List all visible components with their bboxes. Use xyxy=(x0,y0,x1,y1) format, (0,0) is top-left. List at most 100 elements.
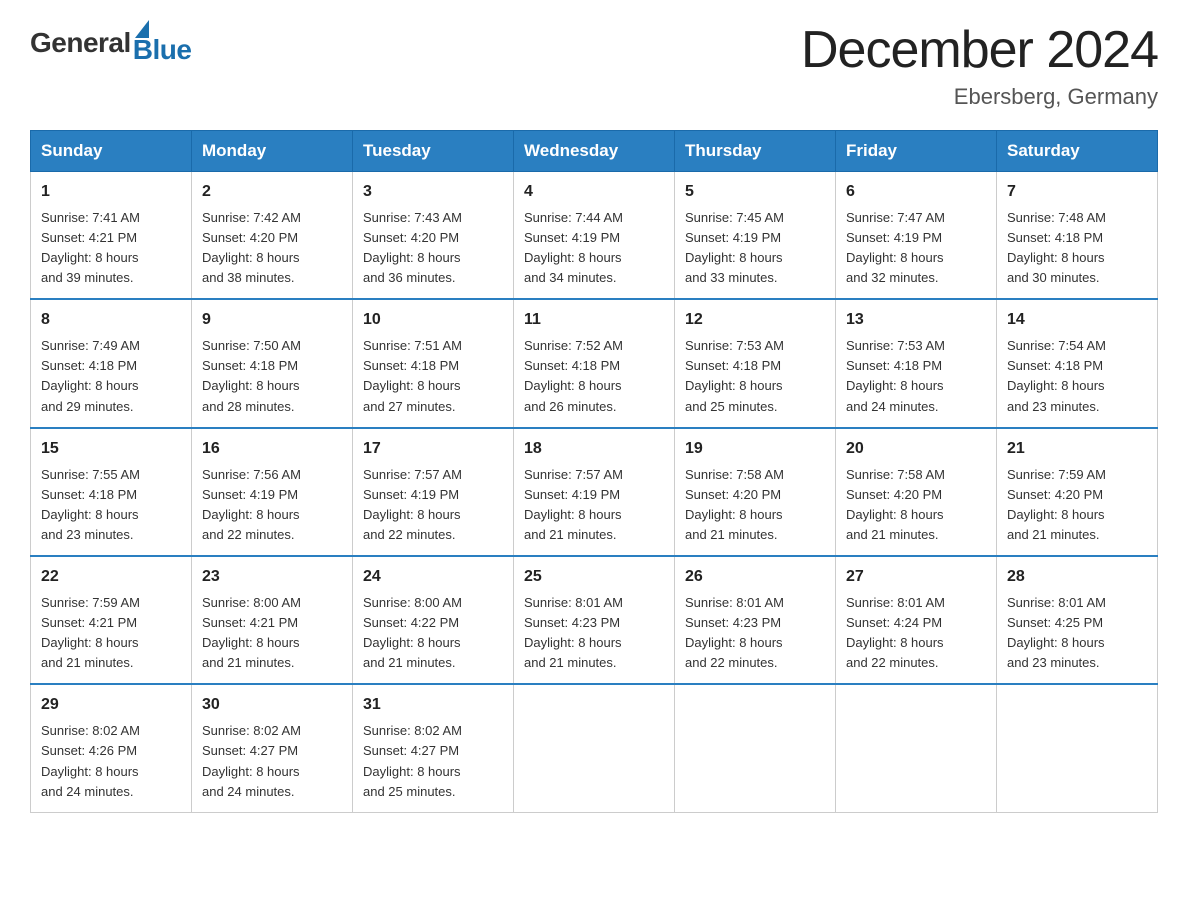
header-row: Sunday Monday Tuesday Wednesday Thursday… xyxy=(31,131,1158,172)
day-number: 18 xyxy=(524,437,664,462)
day-number: 19 xyxy=(685,437,825,462)
day-number: 21 xyxy=(1007,437,1147,462)
day-info: Sunrise: 8:00 AMSunset: 4:22 PMDaylight:… xyxy=(363,593,503,674)
col-friday: Friday xyxy=(836,131,997,172)
table-cell: 27 Sunrise: 8:01 AMSunset: 4:24 PMDayligh… xyxy=(836,556,997,684)
day-info: Sunrise: 7:54 AMSunset: 4:18 PMDaylight:… xyxy=(1007,336,1147,417)
day-info: Sunrise: 7:44 AMSunset: 4:19 PMDaylight:… xyxy=(524,208,664,289)
table-row: 22 Sunrise: 7:59 AMSunset: 4:21 PMDayligh… xyxy=(31,556,1158,684)
day-number: 31 xyxy=(363,693,503,718)
day-info: Sunrise: 7:48 AMSunset: 4:18 PMDaylight:… xyxy=(1007,208,1147,289)
logo-general-text: General xyxy=(30,27,131,59)
table-cell: 31 Sunrise: 8:02 AMSunset: 4:27 PMDayligh… xyxy=(353,684,514,812)
day-info: Sunrise: 7:58 AMSunset: 4:20 PMDaylight:… xyxy=(846,465,986,546)
day-number: 6 xyxy=(846,180,986,205)
table-cell: 3Sunrise: 7:43 AMSunset: 4:20 PMDaylight… xyxy=(353,172,514,300)
table-cell xyxy=(997,684,1158,812)
day-number: 29 xyxy=(41,693,181,718)
col-sunday: Sunday xyxy=(31,131,192,172)
day-info: Sunrise: 7:58 AMSunset: 4:20 PMDaylight:… xyxy=(685,465,825,546)
day-number: 5 xyxy=(685,180,825,205)
day-info: Sunrise: 7:57 AMSunset: 4:19 PMDaylight:… xyxy=(524,465,664,546)
table-cell: 5 Sunrise: 7:45 AMSunset: 4:19 PMDaylight… xyxy=(675,172,836,300)
day-info: Sunrise: 8:01 AMSunset: 4:23 PMDaylight:… xyxy=(524,593,664,674)
table-cell: 28 Sunrise: 8:01 AMSunset: 4:25 PMDayligh… xyxy=(997,556,1158,684)
day-info: Sunrise: 8:01 AMSunset: 4:23 PMDaylight:… xyxy=(685,593,825,674)
day-number: 9 xyxy=(202,308,342,333)
day-number: 1 xyxy=(41,180,181,205)
table-cell: 24 Sunrise: 8:00 AMSunset: 4:22 PMDayligh… xyxy=(353,556,514,684)
day-info: Sunrise: 7:50 AMSunset: 4:18 PMDaylight:… xyxy=(202,336,342,417)
day-info: Sunrise: 7:56 AMSunset: 4:19 PMDaylight:… xyxy=(202,465,342,546)
day-number: 13 xyxy=(846,308,986,333)
table-cell: 4 Sunrise: 7:44 AMSunset: 4:19 PMDaylight… xyxy=(514,172,675,300)
day-number: 8 xyxy=(41,308,181,333)
table-row: 29 Sunrise: 8:02 AMSunset: 4:26 PMDayligh… xyxy=(31,684,1158,812)
day-info: Sunrise: 7:53 AMSunset: 4:18 PMDaylight:… xyxy=(846,336,986,417)
table-row: 8Sunrise: 7:49 AMSunset: 4:18 PMDaylight… xyxy=(31,299,1158,427)
table-cell: 15 Sunrise: 7:55 AMSunset: 4:18 PMDayligh… xyxy=(31,428,192,556)
day-info: Sunrise: 7:57 AMSunset: 4:19 PMDaylight:… xyxy=(363,465,503,546)
day-number: 26 xyxy=(685,565,825,590)
day-number: 22 xyxy=(41,565,181,590)
table-cell: 21 Sunrise: 7:59 AMSunset: 4:20 PMDayligh… xyxy=(997,428,1158,556)
day-info: Sunrise: 7:55 AMSunset: 4:18 PMDaylight:… xyxy=(41,465,181,546)
col-thursday: Thursday xyxy=(675,131,836,172)
day-info: Sunrise: 7:53 AMSunset: 4:18 PMDaylight:… xyxy=(685,336,825,417)
day-info: Sunrise: 7:42 AMSunset: 4:20 PMDaylight:… xyxy=(202,208,342,289)
day-info: Sunrise: 7:59 AMSunset: 4:21 PMDaylight:… xyxy=(41,593,181,674)
month-title: December 2024 xyxy=(801,20,1158,80)
day-info: Sunrise: 7:45 AMSunset: 4:19 PMDaylight:… xyxy=(685,208,825,289)
day-number: 24 xyxy=(363,565,503,590)
table-cell: 18 Sunrise: 7:57 AMSunset: 4:19 PMDayligh… xyxy=(514,428,675,556)
day-info: Sunrise: 8:02 AMSunset: 4:27 PMDaylight:… xyxy=(202,721,342,802)
day-info: Sunrise: 8:02 AMSunset: 4:26 PMDaylight:… xyxy=(41,721,181,802)
col-saturday: Saturday xyxy=(997,131,1158,172)
table-cell: 12 Sunrise: 7:53 AMSunset: 4:18 PMDayligh… xyxy=(675,299,836,427)
day-info: Sunrise: 8:00 AMSunset: 4:21 PMDaylight:… xyxy=(202,593,342,674)
table-cell: 29 Sunrise: 8:02 AMSunset: 4:26 PMDayligh… xyxy=(31,684,192,812)
table-cell: 30 Sunrise: 8:02 AMSunset: 4:27 PMDayligh… xyxy=(192,684,353,812)
day-info: Sunrise: 7:51 AMSunset: 4:18 PMDaylight:… xyxy=(363,336,503,417)
day-number: 3 xyxy=(363,180,503,205)
table-cell: 7Sunrise: 7:48 AMSunset: 4:18 PMDaylight… xyxy=(997,172,1158,300)
table-cell: 1Sunrise: 7:41 AMSunset: 4:21 PMDaylight… xyxy=(31,172,192,300)
table-cell: 11Sunrise: 7:52 AMSunset: 4:18 PMDayligh… xyxy=(514,299,675,427)
day-number: 2 xyxy=(202,180,342,205)
logo-blue-part: Blue xyxy=(133,20,192,66)
table-row: 1Sunrise: 7:41 AMSunset: 4:21 PMDaylight… xyxy=(31,172,1158,300)
day-number: 4 xyxy=(524,180,664,205)
day-number: 15 xyxy=(41,437,181,462)
day-info: Sunrise: 8:01 AMSunset: 4:24 PMDaylight:… xyxy=(846,593,986,674)
calendar-table: Sunday Monday Tuesday Wednesday Thursday… xyxy=(30,130,1158,813)
table-cell: 6 Sunrise: 7:47 AMSunset: 4:19 PMDaylight… xyxy=(836,172,997,300)
table-cell: 9 Sunrise: 7:50 AMSunset: 4:18 PMDaylight… xyxy=(192,299,353,427)
col-monday: Monday xyxy=(192,131,353,172)
day-number: 12 xyxy=(685,308,825,333)
table-cell: 26 Sunrise: 8:01 AMSunset: 4:23 PMDayligh… xyxy=(675,556,836,684)
day-number: 27 xyxy=(846,565,986,590)
table-cell xyxy=(514,684,675,812)
table-cell: 20Sunrise: 7:58 AMSunset: 4:20 PMDayligh… xyxy=(836,428,997,556)
day-number: 14 xyxy=(1007,308,1147,333)
col-tuesday: Tuesday xyxy=(353,131,514,172)
day-number: 10 xyxy=(363,308,503,333)
day-number: 25 xyxy=(524,565,664,590)
logo-blue-text: Blue xyxy=(133,34,192,66)
day-number: 11 xyxy=(524,308,664,333)
table-cell: 25 Sunrise: 8:01 AMSunset: 4:23 PMDayligh… xyxy=(514,556,675,684)
table-cell: 14 Sunrise: 7:54 AMSunset: 4:18 PMDayligh… xyxy=(997,299,1158,427)
day-number: 28 xyxy=(1007,565,1147,590)
day-number: 30 xyxy=(202,693,342,718)
table-cell: 22 Sunrise: 7:59 AMSunset: 4:21 PMDayligh… xyxy=(31,556,192,684)
table-cell: 16 Sunrise: 7:56 AMSunset: 4:19 PMDayligh… xyxy=(192,428,353,556)
day-number: 16 xyxy=(202,437,342,462)
day-info: Sunrise: 8:02 AMSunset: 4:27 PMDaylight:… xyxy=(363,721,503,802)
day-info: Sunrise: 8:01 AMSunset: 4:25 PMDaylight:… xyxy=(1007,593,1147,674)
header: General Blue December 2024 Ebersberg, Ge… xyxy=(30,20,1158,110)
table-row: 15 Sunrise: 7:55 AMSunset: 4:18 PMDayligh… xyxy=(31,428,1158,556)
day-info: Sunrise: 7:47 AMSunset: 4:19 PMDaylight:… xyxy=(846,208,986,289)
table-cell xyxy=(836,684,997,812)
col-wednesday: Wednesday xyxy=(514,131,675,172)
day-info: Sunrise: 7:59 AMSunset: 4:20 PMDaylight:… xyxy=(1007,465,1147,546)
